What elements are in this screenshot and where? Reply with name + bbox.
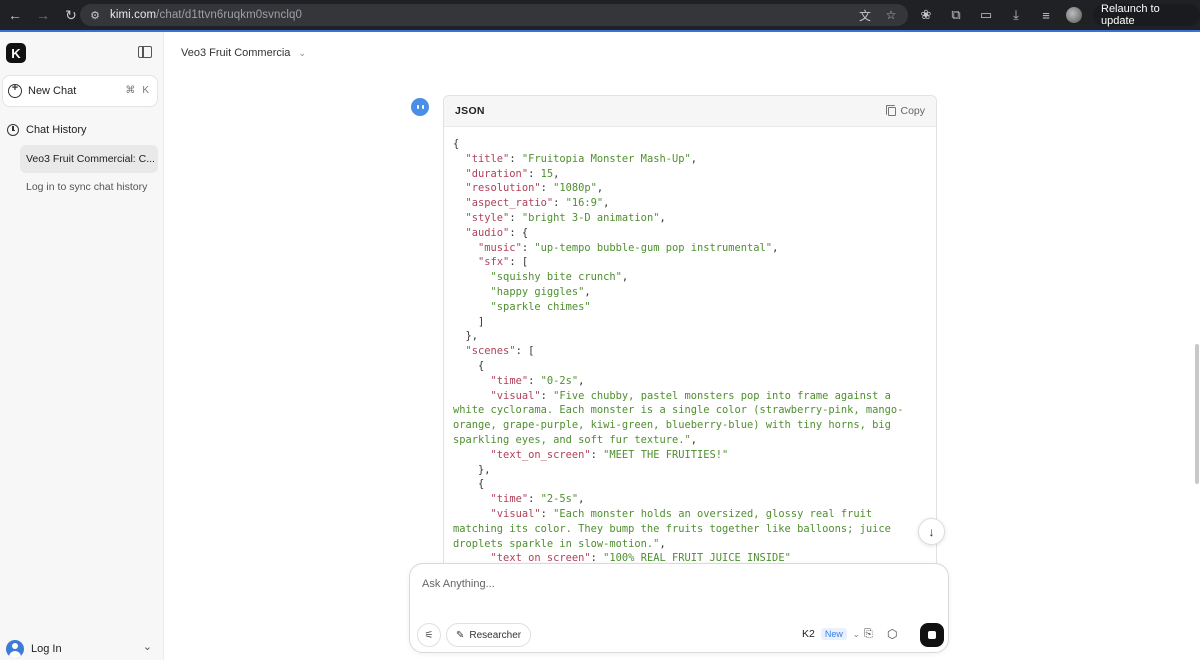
researcher-button[interactable]: ✎ Researcher: [446, 623, 532, 647]
stop-icon: [928, 631, 936, 639]
extensions-puzzle-icon[interactable]: ⧉: [946, 4, 966, 26]
new-chat-button[interactable]: New Chat ⌘ K: [2, 75, 158, 107]
code-line: "text_on_screen": "MEET THE FRUITIES!": [490, 448, 729, 461]
chat-input[interactable]: [422, 574, 932, 594]
chat-history-label: Chat History: [26, 124, 87, 136]
model-label: K2: [802, 628, 815, 640]
sync-history-text: Log in to sync chat history: [26, 181, 148, 193]
shortcut-hint: ⌘ K: [125, 85, 149, 96]
site-settings-icon[interactable]: ⚙: [86, 9, 104, 22]
plus-chat-icon: [8, 82, 22, 98]
code-line: "visual": "Five chubby, pastel monsters …: [453, 389, 904, 446]
page-scrollbar[interactable]: [1195, 344, 1199, 484]
back-arrow-icon[interactable]: ←: [4, 4, 26, 26]
chevron-down-icon: ⌄: [298, 47, 306, 58]
bookmark-star-icon[interactable]: ☆: [882, 6, 900, 24]
researcher-pen-icon: ✎: [456, 629, 465, 641]
sidebar: K New Chat ⌘ K Chat History Veo3 Fruit C…: [0, 32, 164, 660]
scroll-to-bottom-button[interactable]: ↓: [918, 518, 945, 545]
profile-avatar[interactable]: [1066, 7, 1082, 23]
assistant-avatar-icon: [411, 98, 429, 116]
page-accent-line: [0, 30, 1200, 32]
settings-sliders-icon[interactable]: ⚟: [417, 623, 441, 647]
code-line: "title": "Fruitopia Monster Mash-Up",: [465, 152, 697, 165]
model-selector[interactable]: K2 New ⌄: [802, 628, 860, 640]
code-line: "style": "bright 3-D animation",: [465, 211, 666, 224]
kimi-logo[interactable]: K: [6, 43, 26, 63]
cube-icon[interactable]: ⬡: [887, 627, 897, 641]
code-line: "scenes": [: [465, 345, 535, 358]
code-line: },: [453, 463, 491, 476]
code-language-label: JSON: [455, 105, 485, 117]
code-line: "duration": 15,: [465, 167, 560, 180]
url-path: /chat/d1ttvn6ruqkm0svnclq0: [156, 9, 302, 21]
attach-paperclip-icon[interactable]: ⎘: [864, 628, 873, 641]
stop-button[interactable]: [920, 623, 944, 647]
code-line: "sfx": [: [478, 256, 529, 269]
code-line: "squishy bite crunch",: [490, 271, 629, 284]
code-line: "audio": {: [465, 226, 529, 239]
relaunch-button[interactable]: Relaunch to update: [1093, 3, 1200, 27]
copy-button[interactable]: Copy: [886, 104, 925, 117]
code-line: "aspect_ratio": "16:9",: [465, 197, 610, 210]
code-line: "happy giggles",: [490, 285, 591, 298]
browser-toolbar: ← → ↻ ⚙ kimi.com/chat/d1ttvn6ruqkm0svncl…: [0, 0, 1200, 30]
forward-arrow-icon[interactable]: →: [32, 4, 54, 26]
new-badge: New: [820, 628, 847, 640]
researcher-label: Researcher: [469, 629, 522, 641]
command-key: ⌘: [125, 85, 136, 96]
code-line: {: [453, 359, 485, 372]
code-block-header: JSON Copy: [444, 96, 936, 127]
translate-icon[interactable]: 文: [856, 6, 874, 24]
chat-title-dropdown[interactable]: Veo3 Fruit Commercia ⌄: [181, 47, 306, 59]
code-line: "time": "0-2s",: [490, 374, 585, 387]
copy-label: Copy: [900, 105, 925, 117]
code-line: "time": "2-5s",: [490, 493, 585, 506]
address-bar[interactable]: ⚙ kimi.com/chat/d1ttvn6ruqkm0svnclq0 文 ☆: [80, 4, 908, 26]
extension-paw-icon[interactable]: ❀: [916, 4, 936, 26]
url-host: kimi.com: [110, 9, 157, 21]
code-content: { "title": "Fruitopia Monster Mash-Up", …: [444, 127, 936, 565]
browser-nav: ← → ↻: [0, 4, 82, 26]
chevron-down-icon[interactable]: ⌄: [143, 640, 152, 653]
login-button[interactable]: Log In ⌄: [6, 639, 154, 659]
code-line: ]: [453, 315, 485, 328]
code-line: },: [453, 330, 479, 343]
chat-history-header[interactable]: Chat History: [7, 124, 87, 136]
code-line: "resolution": "1080p",: [465, 182, 604, 195]
login-label: Log In: [31, 643, 62, 655]
new-chat-label: New Chat: [28, 85, 77, 97]
download-icon[interactable]: ⤓: [1006, 4, 1026, 26]
code-line: {: [453, 138, 460, 150]
code-line: "sparkle chimes": [490, 300, 591, 313]
user-icon: [6, 640, 24, 658]
copy-icon: [886, 104, 897, 116]
cast-icon[interactable]: ▭: [976, 4, 996, 26]
code-line: {: [453, 478, 485, 491]
url-text[interactable]: kimi.com/chat/d1ttvn6ruqkm0svnclq0: [110, 9, 302, 21]
code-line: "music": "up-tempo bubble-gum pop instru…: [478, 241, 779, 254]
k-key: K: [142, 85, 149, 96]
reload-icon[interactable]: ↻: [60, 4, 82, 26]
address-bar-actions: 文 ☆: [856, 6, 900, 24]
composer: ⚟ ✎ Researcher K2 New ⌄ ⎘ ⬡: [409, 563, 949, 653]
chevron-down-icon: ⌄: [852, 629, 860, 639]
clock-icon: [7, 124, 19, 136]
reading-list-icon[interactable]: ≡: [1036, 4, 1056, 26]
browser-tools: ❀ ⧉ ▭ ⤓ ≡: [916, 4, 1082, 26]
code-line: "visual": "Each monster holds an oversiz…: [453, 507, 898, 550]
sidebar-toggle-icon[interactable]: [138, 46, 152, 58]
json-code-block: JSON Copy { "title": "Fruitopia Monster …: [443, 95, 937, 565]
history-item[interactable]: Veo3 Fruit Commercial: C...: [20, 145, 158, 173]
chat-title: Veo3 Fruit Commercia: [181, 47, 291, 59]
